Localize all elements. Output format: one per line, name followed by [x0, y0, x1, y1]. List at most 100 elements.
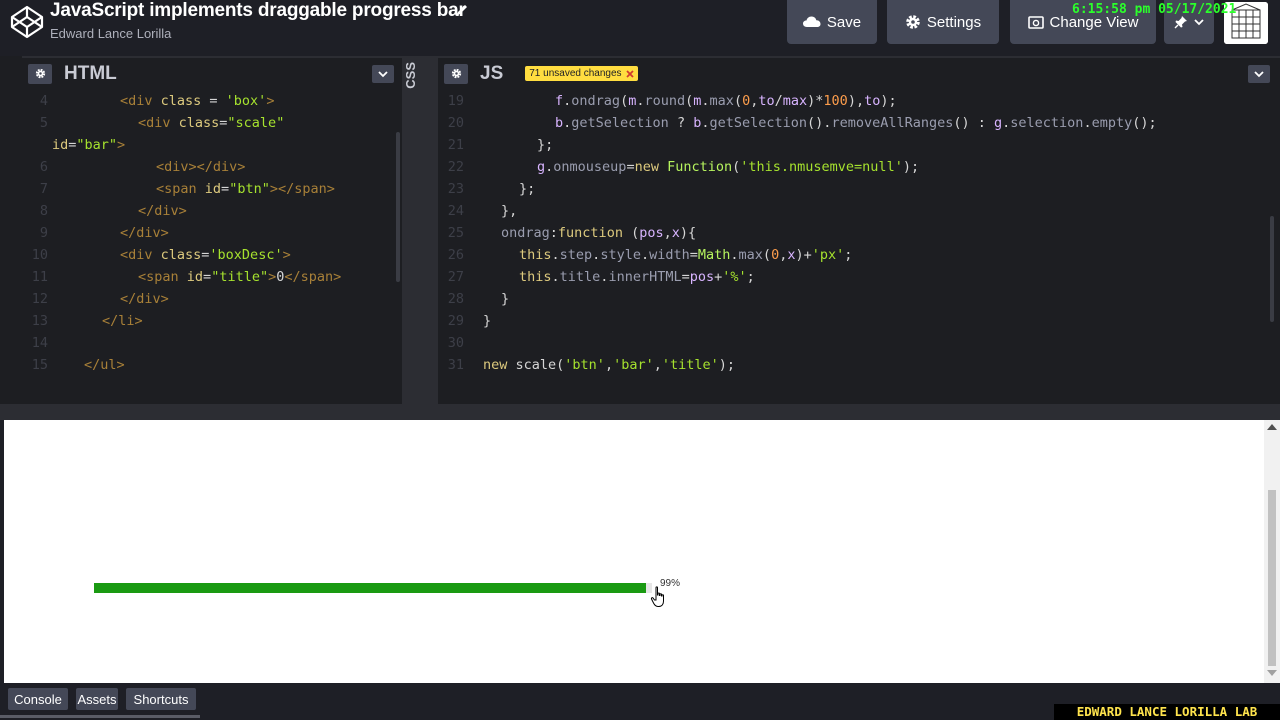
- cloud-icon: [802, 16, 821, 27]
- html-collapse-button[interactable]: [372, 65, 394, 83]
- line-number: 4: [39, 93, 48, 109]
- js-code-editor[interactable]: 19 f.ondrag(m.round(m.max(0,to/max)*100),…: [438, 89, 1280, 404]
- preview-resizer[interactable]: [0, 404, 1280, 420]
- line-number: 15: [31, 357, 48, 373]
- code-text: f.ondrag(m.round(m.max(0,to/max)*100),to…: [555, 93, 897, 109]
- line-number: 8: [39, 203, 48, 219]
- progress-bar-track[interactable]: [94, 583, 652, 593]
- code-line[interactable]: 4 <div class = 'box'>: [22, 90, 275, 112]
- code-line[interactable]: 31 new scale('btn','bar','title');: [438, 354, 735, 376]
- code-line[interactable]: id="bar">: [22, 134, 125, 156]
- shortcuts-button[interactable]: Shortcuts: [126, 688, 196, 710]
- code-line[interactable]: 8 </div>: [22, 200, 187, 222]
- code-line[interactable]: 7 <span id="btn"></span>: [22, 178, 335, 200]
- settings-button[interactable]: Settings: [887, 0, 999, 44]
- line-number: 24: [447, 203, 464, 219]
- footer-divider: [0, 715, 200, 718]
- assets-button[interactable]: Assets: [76, 688, 118, 710]
- code-text: <div class="scale": [138, 115, 285, 131]
- pencil-icon[interactable]: [455, 3, 469, 17]
- chevron-down-icon: [1194, 19, 1204, 26]
- code-line[interactable]: 12 </div>: [22, 288, 169, 310]
- unsaved-changes-label: 71 unsaved changes: [529, 68, 622, 79]
- gear-icon: [906, 15, 920, 29]
- pen-title[interactable]: JavaScript implements draggable progress…: [50, 0, 466, 22]
- watermark-label: EDWARD LANCE LORILLA LAB: [1054, 704, 1280, 720]
- code-line[interactable]: 21};: [438, 134, 554, 156]
- code-line[interactable]: 14: [22, 332, 84, 354]
- code-line[interactable]: 22 g.onmouseup=new Function('this.nmusemv…: [438, 156, 919, 178]
- line-number: 5: [39, 115, 48, 131]
- code-line[interactable]: 24},: [438, 200, 518, 222]
- code-line[interactable]: 10 <div class='boxDesc'>: [22, 244, 291, 266]
- hand-cursor-icon: [650, 586, 664, 607]
- line-number: 26: [447, 247, 464, 263]
- code-text: this.title.innerHTML=pos+'%';: [519, 269, 755, 285]
- code-line[interactable]: 15 </ul>: [22, 354, 125, 376]
- code-line[interactable]: 20 b.getSelection ? b.getSelection().remo…: [438, 112, 1157, 134]
- code-text: id="bar">: [52, 137, 126, 153]
- line-number: 27: [447, 269, 464, 285]
- progress-bar-fill[interactable]: [94, 583, 647, 593]
- code-line[interactable]: 27 this.title.innerHTML=pos+'%';: [438, 266, 755, 288]
- code-line[interactable]: 19 f.ondrag(m.round(m.max(0,to/max)*100),…: [438, 90, 897, 112]
- editor-area: HTML 4 <div class = 'box'> 5 <div class="sc…: [0, 56, 1280, 404]
- js-collapse-button[interactable]: [1248, 65, 1270, 83]
- clock-overlay: 6:15:58 pm 05/17/2021: [1072, 2, 1237, 17]
- js-pane-title: JS: [480, 62, 504, 84]
- line-number: 28: [447, 291, 464, 307]
- js-settings-button[interactable]: [444, 63, 468, 84]
- code-text: }: [501, 291, 510, 307]
- line-number: 7: [39, 181, 48, 197]
- unsaved-changes-badge[interactable]: 71 unsaved changes: [525, 66, 638, 81]
- html-pane-header: HTML: [22, 56, 402, 89]
- preview-scrollbar[interactable]: [1264, 420, 1280, 683]
- pane-divider[interactable]: [420, 56, 438, 404]
- code-text: <div class='boxDesc'>: [120, 247, 291, 263]
- code-line[interactable]: 6 <div></div>: [22, 156, 246, 178]
- code-line[interactable]: 5 <div class="scale": [22, 112, 284, 134]
- code-text: </div>: [120, 291, 169, 307]
- js-editor-scrollbar[interactable]: [1270, 216, 1274, 322]
- codepen-logo-icon[interactable]: [10, 5, 44, 39]
- line-number: 29: [447, 313, 464, 329]
- code-text: }: [483, 313, 492, 329]
- chevron-down-icon: [378, 70, 388, 77]
- line-number: 11: [31, 269, 48, 285]
- code-text: </div>: [120, 225, 169, 241]
- code-line[interactable]: 26 this.step.style.width=Math.max(0,x)+'p…: [438, 244, 853, 266]
- pen-author[interactable]: Edward Lance Lorilla: [50, 26, 171, 41]
- close-icon[interactable]: [625, 69, 634, 78]
- code-text: </div>: [138, 203, 187, 219]
- code-text: };: [537, 137, 554, 153]
- css-collapsed-pane[interactable]: [402, 56, 420, 404]
- gear-icon: [35, 68, 45, 79]
- css-pane-title[interactable]: CSS: [403, 62, 419, 89]
- scroll-down-arrow-icon[interactable]: [1267, 670, 1277, 676]
- code-line[interactable]: 11 <span id="title">0</span>: [22, 266, 342, 288]
- save-button[interactable]: Save: [787, 0, 877, 44]
- line-number: 10: [31, 247, 48, 263]
- console-button[interactable]: Console: [8, 688, 68, 710]
- code-text: ondrag:function (pos,x){: [501, 225, 697, 241]
- preview-frame: 99%: [4, 420, 1264, 683]
- code-text: <span id="title">0</span>: [138, 269, 342, 285]
- pin-icon: [1174, 16, 1187, 29]
- code-line[interactable]: 30: [438, 332, 483, 354]
- line-number: 20: [447, 115, 464, 131]
- line-number: 9: [39, 225, 48, 241]
- js-pane-header: JS 71 unsaved changes: [438, 56, 1280, 89]
- code-line[interactable]: 13 </li>: [22, 310, 143, 332]
- code-line[interactable]: 29}: [438, 310, 491, 332]
- scroll-up-arrow-icon[interactable]: [1267, 424, 1277, 430]
- code-line[interactable]: 28}: [438, 288, 509, 310]
- html-settings-button[interactable]: [28, 63, 52, 84]
- code-line[interactable]: 23};: [438, 178, 536, 200]
- code-text: new scale('btn','bar','title');: [483, 357, 736, 373]
- line-number: 12: [31, 291, 48, 307]
- code-line[interactable]: 25 ondrag:function (pos,x){: [438, 222, 696, 244]
- html-code-editor[interactable]: 4 <div class = 'box'> 5 <div class="scale" i…: [22, 89, 402, 404]
- code-line[interactable]: 9 </div>: [22, 222, 169, 244]
- preview-scrollbar-thumb[interactable]: [1268, 490, 1276, 666]
- html-editor-scrollbar[interactable]: [396, 132, 400, 282]
